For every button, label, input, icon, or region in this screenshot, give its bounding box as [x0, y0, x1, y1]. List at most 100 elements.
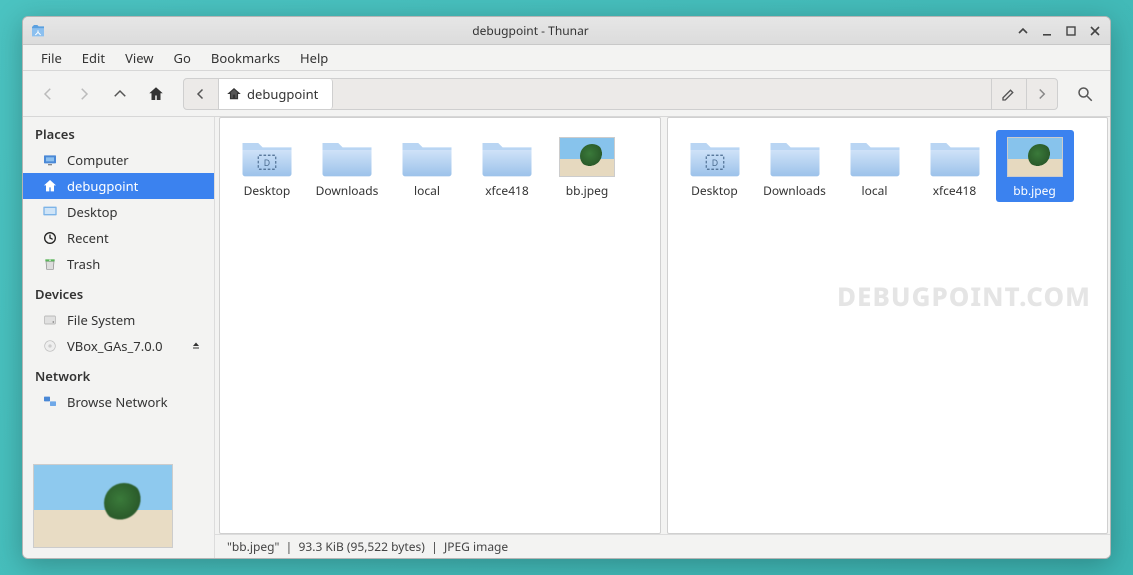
- sidebar-item-label: Computer: [67, 151, 129, 169]
- network-icon: [41, 393, 59, 411]
- preview-thumbnail: [33, 464, 173, 548]
- folder-icon: D: [239, 134, 295, 180]
- location-history-button[interactable]: [184, 79, 219, 109]
- desktop-icon: [41, 203, 59, 221]
- sidebar-item-recent[interactable]: Recent: [23, 225, 214, 251]
- body: Places Computer debugpoint Desktop Recen…: [23, 117, 1110, 558]
- sidebar-item-label: VBox_GAs_7.0.0: [67, 337, 163, 355]
- computer-icon: [41, 151, 59, 169]
- sidebar-item-label: File System: [67, 311, 135, 329]
- file-item[interactable]: xfce418: [916, 130, 994, 202]
- panes-row: D Desktop Downloads local xfce418 bb.jpeg…: [215, 117, 1110, 534]
- file-item-label: xfce418: [485, 184, 529, 198]
- status-size: 93.3 KiB (95,522 bytes): [299, 538, 425, 555]
- file-item[interactable]: D Desktop: [676, 130, 754, 202]
- image-thumb-icon: [559, 134, 615, 180]
- file-item-label: local: [414, 184, 440, 198]
- close-button[interactable]: [1086, 22, 1104, 40]
- file-item-label: bb.jpeg: [1013, 184, 1056, 198]
- pane-right[interactable]: DEBUGPOINT.COM D Desktop Downloads local…: [667, 117, 1109, 534]
- thunar-window: debugpoint - Thunar File Edit View Go Bo…: [22, 16, 1111, 559]
- file-item-label: local: [862, 184, 888, 198]
- sidebar: Places Computer debugpoint Desktop Recen…: [23, 117, 215, 558]
- location-segment-label: debugpoint: [247, 85, 318, 103]
- nav-home-button[interactable]: [141, 79, 171, 109]
- sidebar-item-label: Desktop: [67, 203, 118, 221]
- file-item-label: bb.jpeg: [566, 184, 609, 198]
- nav-up-button[interactable]: [105, 79, 135, 109]
- window-title: debugpoint - Thunar: [53, 22, 1008, 39]
- folder-icon: [767, 134, 823, 180]
- optical-icon: [41, 337, 59, 355]
- pane-left[interactable]: D Desktop Downloads local xfce418 bb.jpeg: [219, 117, 661, 534]
- sidebar-item-desktop[interactable]: Desktop: [23, 199, 214, 225]
- nav-back-button[interactable]: [33, 79, 63, 109]
- home-icon: [41, 177, 59, 195]
- watermark: DEBUGPOINT.COM: [837, 278, 1091, 314]
- nav-forward-button[interactable]: [69, 79, 99, 109]
- status-sep: |: [279, 538, 298, 555]
- sidebar-item-label: Trash: [67, 255, 100, 273]
- status-type: JPEG image: [444, 538, 508, 555]
- svg-text:D: D: [711, 157, 717, 169]
- status-sep2: |: [425, 538, 444, 555]
- statusbar: "bb.jpeg" | 93.3 KiB (95,522 bytes) | JP…: [215, 534, 1110, 558]
- sidebar-item-label: Recent: [67, 229, 109, 247]
- folder-icon: [399, 134, 455, 180]
- file-item[interactable]: bb.jpeg: [548, 130, 626, 202]
- status-filename: "bb.jpeg": [227, 538, 279, 555]
- file-item-label: Downloads: [763, 184, 826, 198]
- location-segment-home[interactable]: debugpoint: [219, 79, 333, 109]
- search-button[interactable]: [1070, 79, 1100, 109]
- file-item[interactable]: Downloads: [308, 130, 386, 202]
- menu-edit[interactable]: Edit: [72, 47, 115, 69]
- sidebar-item-vbox[interactable]: VBox_GAs_7.0.0: [23, 333, 214, 359]
- minimize-button[interactable]: [1038, 22, 1056, 40]
- folder-icon: [479, 134, 535, 180]
- file-item[interactable]: Downloads: [756, 130, 834, 202]
- sidebar-item-network[interactable]: Browse Network: [23, 389, 214, 415]
- menu-go[interactable]: Go: [164, 47, 201, 69]
- rollup-button[interactable]: [1014, 22, 1032, 40]
- sidebar-item-trash[interactable]: Trash: [23, 251, 214, 277]
- file-item[interactable]: local: [388, 130, 466, 202]
- disk-icon: [41, 311, 59, 329]
- menubar: File Edit View Go Bookmarks Help: [23, 45, 1110, 71]
- sidebar-section-network: Network: [23, 359, 214, 389]
- svg-text:D: D: [264, 157, 270, 169]
- location-edit-button[interactable]: [991, 79, 1026, 109]
- location-menu-button[interactable]: [1026, 79, 1057, 109]
- clock-icon: [41, 229, 59, 247]
- panes-area: D Desktop Downloads local xfce418 bb.jpeg…: [215, 117, 1110, 558]
- file-item-label: Desktop: [691, 184, 738, 198]
- folder-icon: D: [687, 134, 743, 180]
- menu-help[interactable]: Help: [290, 47, 338, 69]
- folder-icon: [927, 134, 983, 180]
- menu-bookmarks[interactable]: Bookmarks: [201, 47, 290, 69]
- sidebar-item-label: debugpoint: [67, 177, 138, 195]
- file-item-label: Desktop: [244, 184, 291, 198]
- file-item-label: Downloads: [316, 184, 379, 198]
- file-item[interactable]: bb.jpeg: [996, 130, 1074, 202]
- location-bar: debugpoint: [183, 78, 1058, 110]
- titlebar: debugpoint - Thunar: [23, 17, 1110, 45]
- menu-view[interactable]: View: [115, 47, 163, 69]
- sidebar-item-home[interactable]: debugpoint: [23, 173, 214, 199]
- maximize-button[interactable]: [1062, 22, 1080, 40]
- app-icon: [29, 22, 47, 40]
- toolbar: debugpoint: [23, 71, 1110, 117]
- file-item[interactable]: local: [836, 130, 914, 202]
- file-item[interactable]: D Desktop: [228, 130, 306, 202]
- file-item[interactable]: xfce418: [468, 130, 546, 202]
- sidebar-preview: [23, 454, 214, 558]
- sidebar-item-computer[interactable]: Computer: [23, 147, 214, 173]
- folder-icon: [319, 134, 375, 180]
- sidebar-item-label: Browse Network: [67, 393, 168, 411]
- folder-icon: [847, 134, 903, 180]
- sidebar-item-filesystem[interactable]: File System: [23, 307, 214, 333]
- sidebar-section-places: Places: [23, 117, 214, 147]
- file-item-label: xfce418: [933, 184, 977, 198]
- menu-file[interactable]: File: [31, 47, 72, 69]
- trash-icon: [41, 255, 59, 273]
- eject-icon[interactable]: [190, 337, 202, 355]
